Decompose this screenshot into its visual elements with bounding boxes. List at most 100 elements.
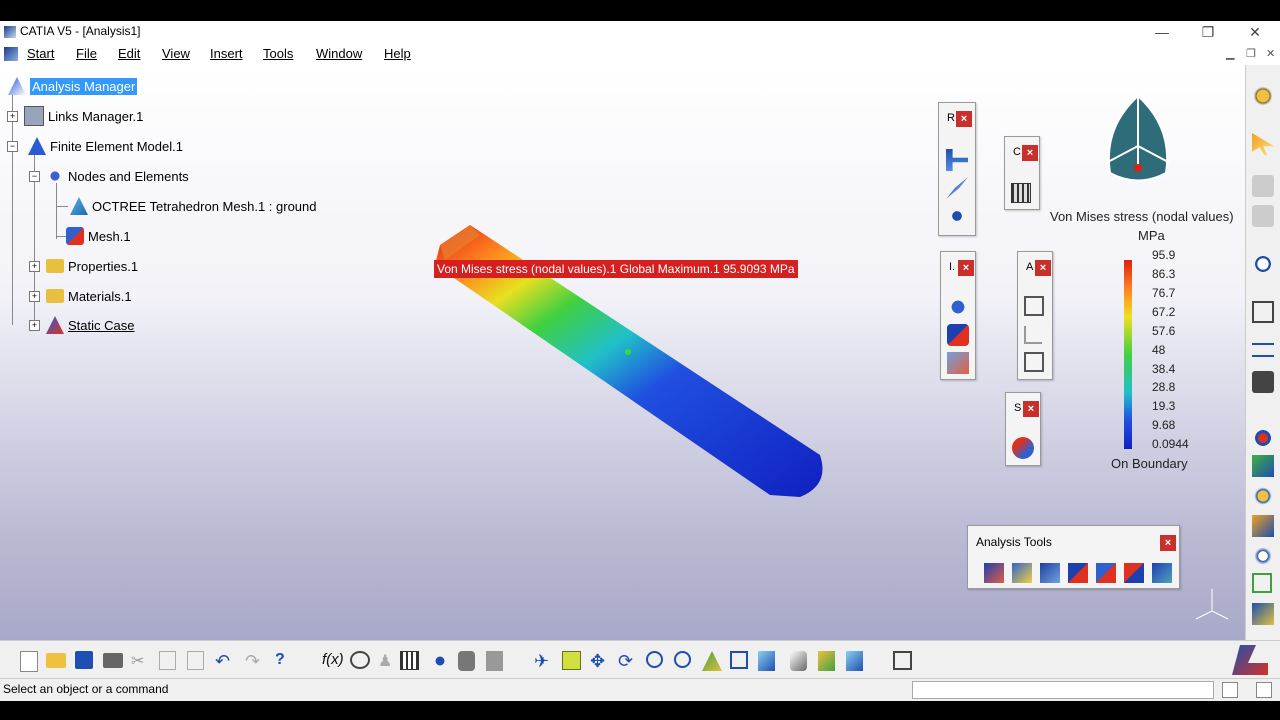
compass-icon[interactable] — [1098, 88, 1178, 194]
search-icon[interactable] — [1252, 253, 1274, 275]
cad-icon-5[interactable] — [1252, 603, 1274, 625]
options-icon[interactable] — [486, 651, 503, 671]
deformation-icon[interactable] — [947, 296, 969, 318]
doc-minimize-icon[interactable]: ▁ — [1226, 47, 1234, 60]
copy-icon[interactable] — [159, 651, 176, 670]
toolbar-c-close[interactable]: × — [1022, 145, 1038, 161]
tree-item-octree-mesh[interactable]: OCTREE Tetrahedron Mesh.1 : ground — [70, 195, 317, 217]
tree-item-mesh[interactable]: Mesh.1 — [66, 225, 131, 247]
tree-item-materials[interactable]: Materials.1 — [46, 285, 132, 307]
open-folder-icon[interactable] — [46, 653, 66, 668]
global-maximum-annotation[interactable]: Von Mises stress (nodal values).1 Global… — [434, 260, 798, 278]
restraint-icon[interactable] — [946, 177, 968, 199]
toolbar-s-close[interactable]: × — [1023, 401, 1039, 417]
print-icon[interactable] — [103, 653, 123, 668]
toolbar-a-close[interactable]: × — [1035, 260, 1051, 276]
tree-item-label[interactable]: Nodes and Elements — [68, 169, 189, 184]
tool-icon-7[interactable] — [1152, 563, 1172, 583]
tool-icon-1[interactable] — [984, 563, 1004, 583]
catalog-icon[interactable] — [430, 651, 450, 671]
report-icon[interactable] — [1024, 352, 1044, 372]
cad-icon-4[interactable] — [1252, 573, 1272, 593]
tree-item-properties[interactable]: Properties.1 — [46, 255, 138, 277]
compute-icon[interactable] — [1011, 183, 1031, 203]
analysis-tools-close[interactable]: × — [1160, 535, 1176, 551]
animate-icon[interactable] — [1024, 296, 1044, 316]
tree-item-label[interactable]: Mesh.1 — [88, 229, 131, 244]
knowledge-icon[interactable]: ♟ — [378, 651, 398, 671]
toolbar-r-close[interactable]: × — [956, 111, 972, 127]
menu-start[interactable]: Start — [27, 46, 54, 61]
expand-properties-icon[interactable]: + — [29, 261, 40, 272]
expand-materials-icon[interactable]: + — [29, 291, 40, 302]
iso-view-icon[interactable] — [758, 651, 775, 671]
tree-item-label[interactable]: Static Case — [68, 318, 134, 333]
collapse-nodes-icon[interactable]: − — [29, 171, 40, 182]
solution-icon[interactable] — [1012, 437, 1034, 459]
menu-insert[interactable]: Insert — [210, 46, 243, 61]
tree-root[interactable]: Analysis Manager — [8, 75, 138, 97]
fly-mode-icon[interactable]: ✈ — [534, 651, 554, 671]
specification-tree-icon[interactable] — [893, 651, 912, 670]
cad-icon-2[interactable] — [1252, 515, 1274, 537]
menu-window[interactable]: Window — [316, 46, 362, 61]
rotate-icon[interactable]: ⟳ — [618, 651, 638, 671]
3d-viewport[interactable]: Analysis Manager + Links Manager.1 − Fin… — [0, 65, 1245, 640]
command-toggle-icon[interactable] — [1222, 682, 1238, 698]
stress-beam-model[interactable] — [400, 205, 860, 515]
pan-icon[interactable]: ✥ — [590, 651, 610, 671]
von-mises-icon[interactable] — [947, 324, 969, 346]
tree-item-label[interactable]: Finite Element Model.1 — [50, 139, 183, 154]
save-icon[interactable] — [75, 651, 93, 669]
expand-static-case-icon[interactable]: + — [29, 320, 40, 331]
command-list-icon[interactable] — [1256, 682, 1272, 698]
menu-tools[interactable]: Tools — [263, 46, 293, 61]
gear-icon[interactable] — [1252, 85, 1274, 107]
formula-icon[interactable]: f(x) — [322, 651, 344, 671]
tree-item-fem[interactable]: Finite Element Model.1 — [28, 135, 183, 157]
menu-file[interactable]: File — [76, 46, 97, 61]
tree-item-label[interactable]: Links Manager.1 — [48, 109, 143, 124]
tool-icon[interactable] — [1252, 205, 1274, 227]
sensor-icon[interactable] — [1252, 175, 1274, 197]
doc-restore-icon[interactable]: ❐ — [1246, 47, 1256, 60]
normal-view-icon[interactable] — [702, 651, 722, 671]
command-input[interactable] — [912, 681, 1214, 699]
clamp-icon[interactable] — [946, 149, 968, 171]
cut-plane-icon[interactable] — [1024, 326, 1042, 344]
cad-icon-1[interactable] — [1252, 455, 1274, 477]
tool-icon-4[interactable] — [1068, 563, 1088, 583]
menu-help[interactable]: Help — [384, 46, 411, 61]
displacement-icon[interactable] — [947, 352, 969, 374]
redo-icon[interactable]: ↷ — [245, 651, 265, 671]
measure-icon[interactable] — [1252, 343, 1274, 357]
select-arrow-icon[interactable] — [1252, 133, 1274, 155]
tool-icon-2[interactable] — [1012, 563, 1032, 583]
minimize-button[interactable]: — — [1152, 23, 1172, 41]
tree-item-label[interactable]: Properties.1 — [68, 259, 138, 274]
toolbar-i-close[interactable]: × — [958, 260, 974, 276]
restore-button[interactable]: ❐ — [1198, 23, 1218, 41]
tools-icon[interactable] — [458, 651, 475, 671]
tree-item-nodes[interactable]: Nodes and Elements — [46, 165, 189, 187]
menu-edit[interactable]: Edit — [118, 46, 140, 61]
shading-icon[interactable] — [790, 651, 807, 671]
comment-icon[interactable] — [350, 651, 370, 669]
tree-root-label[interactable]: Analysis Manager — [30, 77, 138, 95]
help-icon[interactable]: ? — [275, 651, 295, 671]
tool-icon-3[interactable] — [1040, 563, 1060, 583]
tree-item-label[interactable]: Materials.1 — [68, 289, 132, 304]
tree-item-static-case[interactable]: Static Case — [46, 314, 134, 336]
zoom-out-icon[interactable] — [674, 651, 691, 668]
close-window-button[interactable]: ✕ — [1245, 23, 1265, 41]
expand-links-icon[interactable]: + — [7, 111, 18, 122]
inertia-icon[interactable] — [1252, 371, 1274, 393]
advanced-restraint-icon[interactable] — [946, 205, 968, 227]
table-icon[interactable] — [400, 651, 419, 670]
target-icon[interactable] — [1252, 427, 1274, 449]
zoom-in-icon[interactable] — [646, 651, 663, 668]
hide-show-icon[interactable] — [818, 651, 835, 671]
collapse-fem-icon[interactable]: − — [7, 141, 18, 152]
cad-icon-3[interactable] — [1252, 545, 1274, 567]
light-icon[interactable] — [1252, 485, 1274, 507]
